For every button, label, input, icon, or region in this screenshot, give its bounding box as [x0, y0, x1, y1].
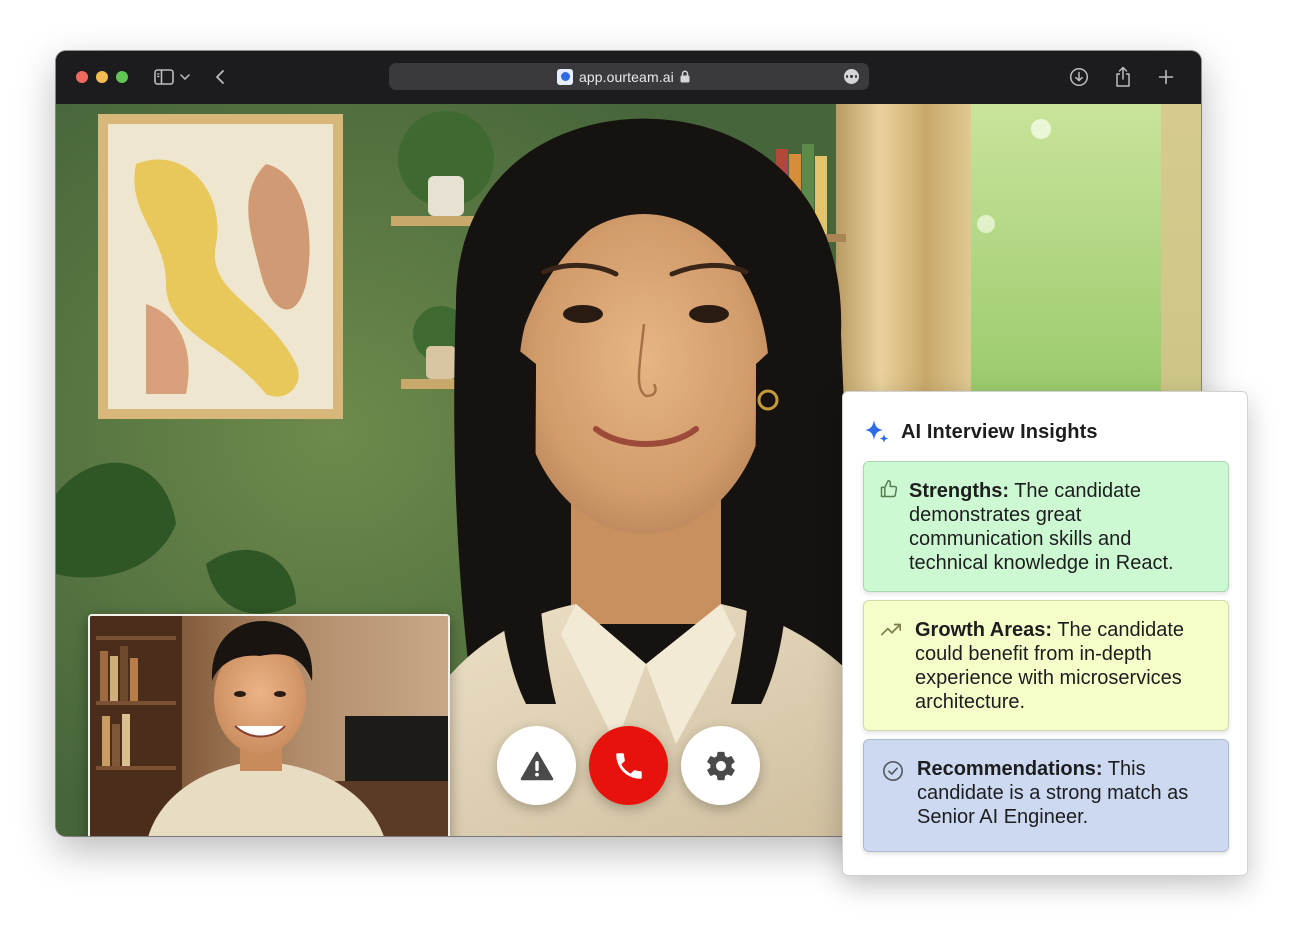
- new-tab-plus-icon[interactable]: [1154, 65, 1178, 89]
- recommendations-card: Recommendations: This candidate is a str…: [863, 739, 1229, 852]
- growth-areas-heading: Growth Areas:: [915, 619, 1053, 641]
- thumbs-up-icon: [878, 478, 900, 500]
- minimize-window-button[interactable]: [96, 71, 108, 83]
- self-view-video[interactable]: [88, 614, 450, 836]
- url-text: app.ourteam.ai: [579, 68, 674, 85]
- share-icon[interactable]: [1111, 65, 1135, 89]
- address-bar-content: app.ourteam.ai: [557, 63, 690, 90]
- page-menu-icon[interactable]: [844, 69, 859, 84]
- gear-icon: [706, 751, 735, 780]
- site-favicon-icon: [557, 68, 573, 85]
- browser-toolbar: app.ourteam.ai: [56, 51, 1201, 104]
- ai-insights-panel: AI Interview Insights Strengths: The can…: [842, 391, 1248, 876]
- insights-title: AI Interview Insights: [901, 420, 1098, 443]
- strengths-card: Strengths: The candidate demonstrates gr…: [863, 461, 1229, 592]
- recommendations-heading: Recommendations:: [917, 758, 1103, 780]
- report-issue-button[interactable]: [497, 726, 576, 805]
- stage: app.ourteam.ai AI Interview Insights Str…: [0, 0, 1304, 927]
- candidate-video-image: [90, 616, 448, 836]
- warning-triangle-icon: [520, 751, 553, 780]
- growth-areas-text: Growth Areas: The candidate could benefi…: [915, 618, 1215, 714]
- close-window-button[interactable]: [76, 71, 88, 83]
- download-icon[interactable]: [1067, 65, 1091, 89]
- lock-icon: [680, 70, 690, 83]
- check-circle-icon: [882, 760, 904, 782]
- insights-header: AI Interview Insights: [863, 418, 1098, 446]
- strengths-heading: Strengths:: [909, 480, 1009, 502]
- recommendations-text: Recommendations: This candidate is a str…: [917, 757, 1207, 829]
- zoom-window-button[interactable]: [116, 71, 128, 83]
- phone-icon: [615, 752, 642, 779]
- strengths-text: Strengths: The candidate demonstrates gr…: [909, 479, 1209, 575]
- address-bar[interactable]: app.ourteam.ai: [389, 63, 869, 90]
- back-arrow-icon[interactable]: [208, 65, 232, 89]
- end-call-button[interactable]: [589, 726, 668, 805]
- sidebar-toggle-icon[interactable]: [152, 65, 176, 89]
- growth-areas-card: Growth Areas: The candidate could benefi…: [863, 600, 1229, 731]
- call-settings-button[interactable]: [681, 726, 760, 805]
- chevron-down-icon[interactable]: [178, 65, 192, 89]
- trending-up-icon: [880, 619, 902, 641]
- sparkle-icon: [865, 420, 889, 443]
